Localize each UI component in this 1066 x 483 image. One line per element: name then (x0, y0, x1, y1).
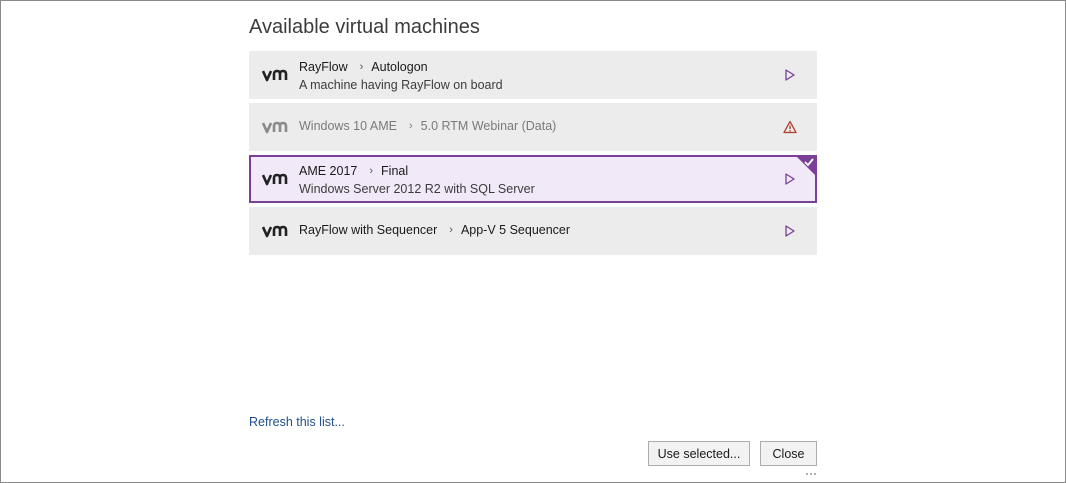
vm-item-rayflow-sequencer[interactable]: RayFlow with Sequencer › App-V 5 Sequencer (249, 207, 817, 255)
vm-snapshot: App-V 5 Sequencer (460, 223, 571, 237)
chevron-right-icon: › (359, 61, 364, 73)
close-button[interactable]: Close (760, 441, 817, 466)
use-selected-button[interactable]: Use selected... (648, 441, 750, 466)
vm-text: RayFlow › Autologon A machine having RayFl… (299, 59, 767, 94)
vm-text: RayFlow with Sequencer › App-V 5 Sequencer (299, 222, 767, 240)
vm-snapshot: 5.0 RTM Webinar (Data) (420, 119, 557, 133)
vm-item-windows10-ame[interactable]: Windows 10 AME › 5.0 RTM Webinar (Data) (249, 103, 817, 151)
vm-list: RayFlow › Autologon A machine having RayFl… (249, 51, 817, 259)
vm-description: A machine having RayFlow on board (299, 78, 503, 92)
vm-name: AME 2017 (299, 164, 358, 178)
checkmark-icon (804, 158, 814, 167)
chevron-right-icon: › (449, 224, 453, 236)
vmware-logo-icon (262, 69, 288, 82)
vm-text: AME 2017 › Final Windows Server 2012 R2 wi… (299, 163, 765, 198)
vm-text: Windows 10 AME › 5.0 RTM Webinar (Data) (299, 118, 767, 136)
vmware-logo-icon (262, 173, 288, 186)
refresh-list-link[interactable]: Refresh this list... (249, 415, 345, 429)
vm-item-ame-2017[interactable]: AME 2017 › Final Windows Server 2012 R2 wi… (249, 155, 817, 203)
play-icon[interactable] (783, 68, 797, 82)
vm-item-rayflow[interactable]: RayFlow › Autologon A machine having RayFl… (249, 51, 817, 99)
dialog-title: Available virtual machines (249, 16, 480, 38)
vm-name: Windows 10 AME (299, 119, 397, 133)
vm-description: Windows Server 2012 R2 with SQL Server (299, 182, 535, 196)
vm-snapshot: Final (381, 164, 409, 178)
play-icon[interactable] (783, 224, 797, 238)
vmware-logo-icon (262, 225, 288, 238)
chevron-right-icon: › (408, 120, 413, 132)
chevron-right-icon: › (369, 165, 374, 177)
vm-snapshot: Autologon (371, 60, 428, 74)
resize-grip-icon[interactable] (805, 472, 817, 476)
vm-name: RayFlow with Sequencer (299, 223, 438, 237)
warning-icon (783, 120, 797, 134)
vmware-logo-icon (262, 121, 288, 134)
vm-name: RayFlow (299, 60, 348, 74)
